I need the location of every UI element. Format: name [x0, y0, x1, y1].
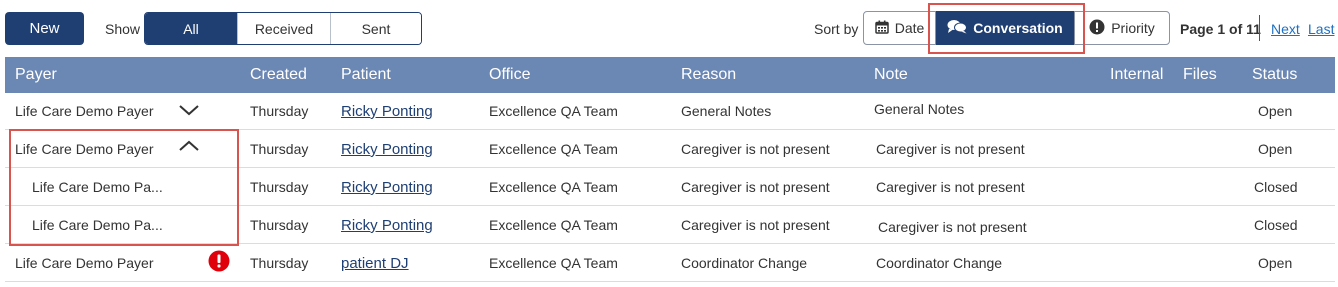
filter-sent-button[interactable]: Sent [331, 13, 421, 44]
column-header-internal[interactable]: Internal [1110, 66, 1163, 84]
filter-all-button[interactable]: All [145, 13, 238, 44]
calendar-icon [874, 20, 889, 37]
show-filter-group: All Received Sent [144, 12, 422, 45]
patient-link[interactable]: Ricky Ponting [341, 179, 433, 196]
table-row[interactable]: Life Care Demo Payer Thursday patient DJ… [5, 245, 1335, 282]
payer-highlight-box [9, 129, 239, 246]
reason-cell: General Notes [681, 103, 772, 119]
reason-cell: Coordinator Change [681, 255, 808, 271]
note-cell: Caregiver is not present [878, 219, 1027, 235]
chevron-down-icon[interactable] [177, 99, 201, 121]
sort-by-label: Sort by [814, 21, 859, 37]
column-header-reason[interactable]: Reason [681, 66, 736, 84]
created-cell: Thursday [250, 141, 309, 157]
next-page-link[interactable]: Next [1271, 21, 1300, 37]
reason-cell: Caregiver is not present [681, 141, 830, 157]
page-info: Page 1 of 11 [1180, 21, 1261, 37]
column-header-files[interactable]: Files [1183, 66, 1217, 84]
office-cell: Excellence QA Team [489, 141, 618, 157]
office-cell: Excellence QA Team [489, 103, 618, 119]
office-cell: Excellence QA Team [489, 179, 618, 195]
table-header: Payer Created Patient Office Reason Note… [5, 57, 1335, 93]
sort-date-label: Date [894, 20, 925, 36]
filter-received-button[interactable]: Received [238, 13, 331, 44]
conversation-highlight-box [928, 3, 1085, 54]
created-cell: Thursday [250, 255, 309, 271]
created-cell: Thursday [250, 217, 309, 233]
sort-date-button[interactable]: Date [863, 11, 936, 45]
office-cell: Excellence QA Team [489, 217, 618, 233]
exclamation-icon [1089, 19, 1105, 38]
payer-cell: Life Care Demo Payer [15, 255, 154, 271]
pager-divider [1259, 15, 1260, 41]
payer-cell: Life Care Demo Payer [15, 103, 154, 119]
last-page-link[interactable]: Last [1308, 21, 1334, 37]
status-cell: Open [1258, 141, 1293, 157]
office-cell: Excellence QA Team [489, 255, 618, 271]
column-header-office[interactable]: Office [489, 66, 531, 84]
sort-priority-label: Priority [1111, 20, 1155, 36]
patient-link[interactable]: Ricky Ponting [341, 103, 433, 120]
column-header-created[interactable]: Created [250, 66, 307, 84]
show-label: Show [105, 21, 141, 37]
patient-link[interactable]: Ricky Ponting [341, 141, 433, 158]
status-cell: Closed [1254, 179, 1298, 195]
note-cell: Caregiver is not present [876, 141, 1025, 157]
created-cell: Thursday [250, 179, 309, 195]
note-cell: Coordinator Change [876, 255, 1003, 271]
column-header-patient[interactable]: Patient [341, 66, 391, 84]
column-header-note[interactable]: Note [874, 66, 908, 84]
status-cell: Open [1258, 103, 1293, 119]
note-cell: Caregiver is not present [876, 179, 1025, 195]
patient-link[interactable]: Ricky Ponting [341, 217, 433, 234]
note-cell: General Notes [874, 101, 965, 117]
created-cell: Thursday [250, 103, 309, 119]
status-cell: Closed [1254, 217, 1298, 233]
new-button[interactable]: New [5, 12, 84, 45]
column-header-status[interactable]: Status [1252, 66, 1297, 84]
sort-priority-button[interactable]: Priority [1074, 11, 1170, 45]
column-header-payer[interactable]: Payer [15, 66, 57, 84]
patient-link[interactable]: patient DJ [341, 255, 409, 272]
reason-cell: Caregiver is not present [681, 179, 830, 195]
table-row[interactable]: Life Care Demo Payer Thursday Ricky Pont… [5, 93, 1335, 130]
reason-cell: Caregiver is not present [681, 217, 830, 233]
alert-icon [208, 250, 230, 272]
status-cell: Open [1258, 255, 1293, 271]
